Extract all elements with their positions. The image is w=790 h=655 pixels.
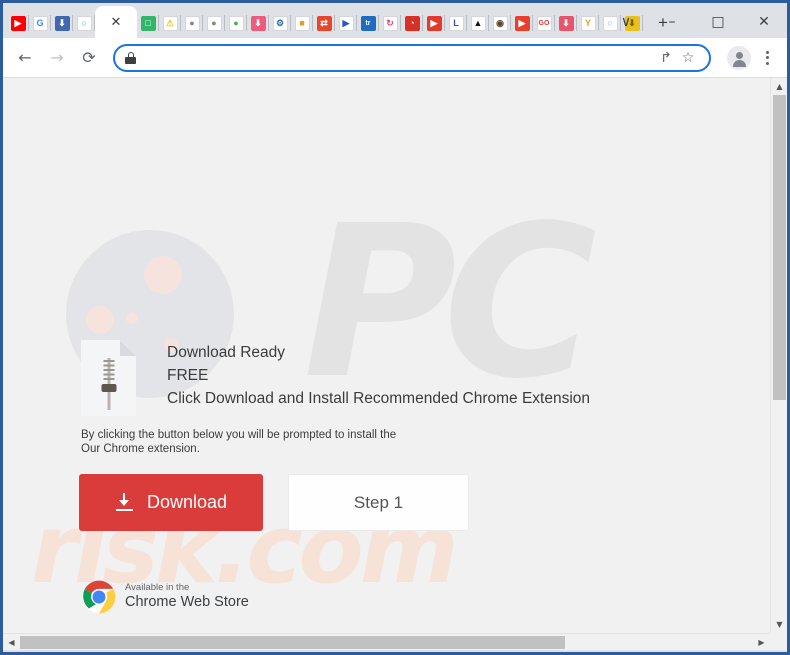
tab-google-icon[interactable]: G	[29, 8, 51, 38]
reload-icon[interactable]: ⟳	[75, 44, 103, 72]
tab-target-icon[interactable]: ◉	[489, 8, 511, 38]
subtext-line-2: Our Chrome extension.	[81, 443, 200, 455]
page-content: PC risk.com Download Ready FREE Click Do…	[3, 78, 770, 633]
red-clock-icon: ◔	[404, 15, 420, 31]
close-window-button[interactable]: ✕	[741, 3, 787, 41]
pink-sync-icon: ↻	[382, 15, 398, 31]
browser-toolbar: ← → ⟳ ↱ ☆	[3, 38, 787, 78]
minimize-button[interactable]: –	[649, 3, 695, 41]
globe-grey-2-icon: ●	[206, 15, 222, 31]
tab-go-icon[interactable]: GO	[533, 8, 555, 38]
headline-free: FREE	[167, 367, 209, 384]
headline-download-ready: Download Ready	[167, 344, 286, 361]
tab-warning-triangle-icon[interactable]: ⚠	[159, 8, 181, 38]
chrome-icon: ●	[228, 15, 244, 31]
tab-red-video-icon[interactable]: ▶	[423, 8, 445, 38]
promo-content: Download Ready FREE Click Download and I…	[3, 78, 770, 633]
tab-globe-grey-icon[interactable]: ●	[181, 8, 203, 38]
cloud-upload-icon: ○	[76, 15, 92, 31]
tab-black-triangle-icon[interactable]: ▲	[467, 8, 489, 38]
red-video-icon: ▶	[426, 15, 442, 31]
letter-l-icon: L	[448, 15, 464, 31]
tab-download-red-icon[interactable]: ⬇	[555, 8, 577, 38]
chrome-web-store-badge[interactable]: Available in the Chrome Web Store	[82, 576, 262, 618]
cws-line-1: Available in the	[125, 581, 190, 593]
forward-icon[interactable]: →	[43, 44, 71, 72]
tab-youtube-icon[interactable]: ▶	[7, 8, 29, 38]
step-1-button-label: Step 1	[353, 492, 404, 512]
red-swap-icon: ⇄	[316, 15, 332, 31]
ym-icon: Y	[580, 15, 596, 31]
tab-letter-l-icon[interactable]: L	[445, 8, 467, 38]
tab-strip: ▶ G ⬇ ○ ✕ □ ⚠ ● ● ● ⬇ ⚙ ■ ⇄ ▶ tr ↻ ◔ ▶ L ▲ ◉ ▶ GO ⬇ Y ○ ⬇ + ∨ – □ ✕	[3, 0, 787, 38]
page-viewport: PC risk.com Download Ready FREE Click Do…	[3, 78, 787, 650]
download-arrow-icon	[115, 493, 134, 512]
youtube-icon: ▶	[10, 15, 26, 31]
download-pink-icon: ⬇	[250, 15, 266, 31]
tab-red-clock-icon[interactable]: ◔	[401, 8, 423, 38]
lock-icon	[125, 51, 136, 64]
tab-globe-grey-2-icon[interactable]: ●	[203, 8, 225, 38]
scroll-left-arrow[interactable]: ◀	[3, 634, 20, 650]
google-icon: G	[32, 15, 48, 31]
tab-ym-icon[interactable]: Y	[577, 8, 599, 38]
chrome-menu-icon[interactable]	[755, 45, 779, 71]
subtext-line-1: By clicking the button below you will be…	[81, 429, 397, 441]
close-tab-icon[interactable]: ✕	[111, 16, 122, 29]
maximize-button[interactable]: □	[695, 3, 741, 41]
tab-gear-icon[interactable]: ⚙	[269, 8, 291, 38]
tab-red-play-icon[interactable]: ▶	[511, 8, 533, 38]
address-bar[interactable]: ↱ ☆	[113, 43, 711, 72]
scrollbar-corner	[770, 633, 787, 650]
scroll-down-arrow[interactable]: ▼	[771, 616, 787, 633]
black-triangle-icon: ▲	[470, 15, 486, 31]
back-icon[interactable]: ←	[11, 44, 39, 72]
tab-download-pink-icon[interactable]: ⬇	[247, 8, 269, 38]
avatar[interactable]	[727, 45, 751, 70]
green-square-icon: □	[140, 15, 156, 31]
yellow-media-icon: ■	[294, 15, 310, 31]
vertical-scrollbar[interactable]: ▲ ▼	[770, 78, 787, 633]
target-icon: ◉	[492, 15, 508, 31]
horizontal-scrollbar[interactable]: ◀ ▶	[3, 633, 770, 650]
tab-pink-sync-icon[interactable]: ↻	[379, 8, 401, 38]
tab-tr-icon[interactable]: tr	[357, 8, 379, 38]
chrome-web-store-text: Available in the Chrome Web Store	[125, 581, 249, 611]
window-controls: ∨ – □ ✕	[603, 3, 787, 41]
zip-file-icon	[81, 340, 136, 416]
horizontal-scroll-thumb[interactable]	[20, 636, 565, 649]
tab-red-swap-icon[interactable]: ⇄	[313, 8, 335, 38]
download-button-label: Download	[146, 492, 228, 512]
tab-yellow-media-icon[interactable]: ■	[291, 8, 313, 38]
chrome-logo-icon	[82, 580, 116, 614]
tab-blue-play-icon[interactable]: ▶	[335, 8, 357, 38]
active-tab[interactable]: ✕	[95, 6, 137, 38]
tab-chrome-icon[interactable]: ●	[225, 8, 247, 38]
scroll-up-arrow[interactable]: ▲	[771, 78, 787, 95]
download-button[interactable]: Download	[79, 474, 263, 531]
cws-line-2: Chrome Web Store	[125, 593, 249, 610]
blue-play-icon: ▶	[338, 15, 354, 31]
tab-green-square-icon[interactable]: □	[137, 8, 159, 38]
tr-icon: tr	[360, 15, 376, 31]
step-1-button[interactable]: Step 1	[288, 474, 469, 531]
red-play-icon: ▶	[514, 15, 530, 31]
headline-instruction: Click Download and Install Recommended C…	[167, 390, 591, 407]
download-red-icon: ⬇	[558, 15, 574, 31]
vertical-scroll-thumb[interactable]	[773, 95, 786, 400]
scroll-right-arrow[interactable]: ▶	[753, 634, 770, 650]
warning-triangle-icon: ⚠	[162, 15, 178, 31]
tab-cloud-upload-icon[interactable]: ○	[73, 8, 95, 38]
browser-window: ▶ G ⬇ ○ ✕ □ ⚠ ● ● ● ⬇ ⚙ ■ ⇄ ▶ tr ↻ ◔ ▶ L ▲ ◉ ▶ GO ⬇ Y ○ ⬇ + ∨ – □ ✕…	[0, 0, 790, 655]
tab-search-button[interactable]: ∨	[603, 3, 649, 41]
download-blue-icon: ⬇	[54, 15, 70, 31]
go-icon: GO	[536, 15, 552, 31]
globe-grey-icon: ●	[184, 15, 200, 31]
tabs-container: ▶ G ⬇ ○ ✕ □ ⚠ ● ● ● ⬇ ⚙ ■ ⇄ ▶ tr ↻ ◔ ▶ L ▲ ◉ ▶ GO ⬇ Y ○ ⬇	[7, 6, 643, 38]
share-icon[interactable]: ↱	[655, 47, 677, 69]
bookmark-star-icon[interactable]: ☆	[677, 47, 699, 69]
gear-icon: ⚙	[272, 15, 288, 31]
tab-download-blue-icon[interactable]: ⬇	[51, 8, 73, 38]
